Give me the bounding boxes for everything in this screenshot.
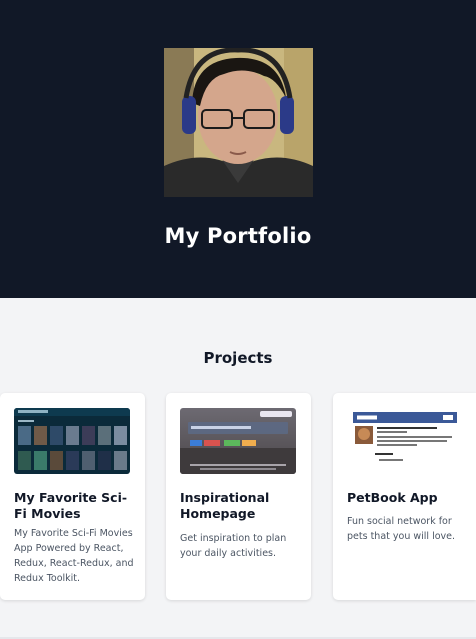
project-description: Fun social network for pets that you wil… (347, 516, 456, 542)
project-card-inspirational-homepage[interactable]: Inspirational Homepage Get inspiration t… (166, 393, 311, 600)
project-thumbnail-petbook[interactable] (347, 408, 463, 474)
project-thumbnail-scifi-movies[interactable] (14, 408, 130, 474)
page-title: My Portfolio (164, 224, 312, 248)
projects-heading: Projects (203, 349, 273, 367)
projects-section: Projects My Favorite Sci-Fi Movies My Fa… (0, 298, 476, 639)
project-title[interactable]: Inspirational Homepage (180, 490, 304, 522)
project-card-scifi-movies[interactable]: My Favorite Sci-Fi Movies My Favorite Sc… (0, 393, 145, 600)
project-thumbnail-inspirational-homepage[interactable] (180, 408, 296, 474)
project-title[interactable]: My Favorite Sci-Fi Movies (14, 490, 138, 522)
profile-photo (164, 48, 313, 197)
project-description: Get inspiration to plan your daily activ… (180, 533, 287, 559)
project-card-petbook[interactable]: PetBook App Fun social network for pets … (333, 393, 476, 600)
project-description: My Favorite Sci-Fi Movies App Powered by… (14, 528, 134, 584)
hero-section: My Portfolio (0, 0, 476, 298)
project-title[interactable]: PetBook App (347, 490, 471, 506)
